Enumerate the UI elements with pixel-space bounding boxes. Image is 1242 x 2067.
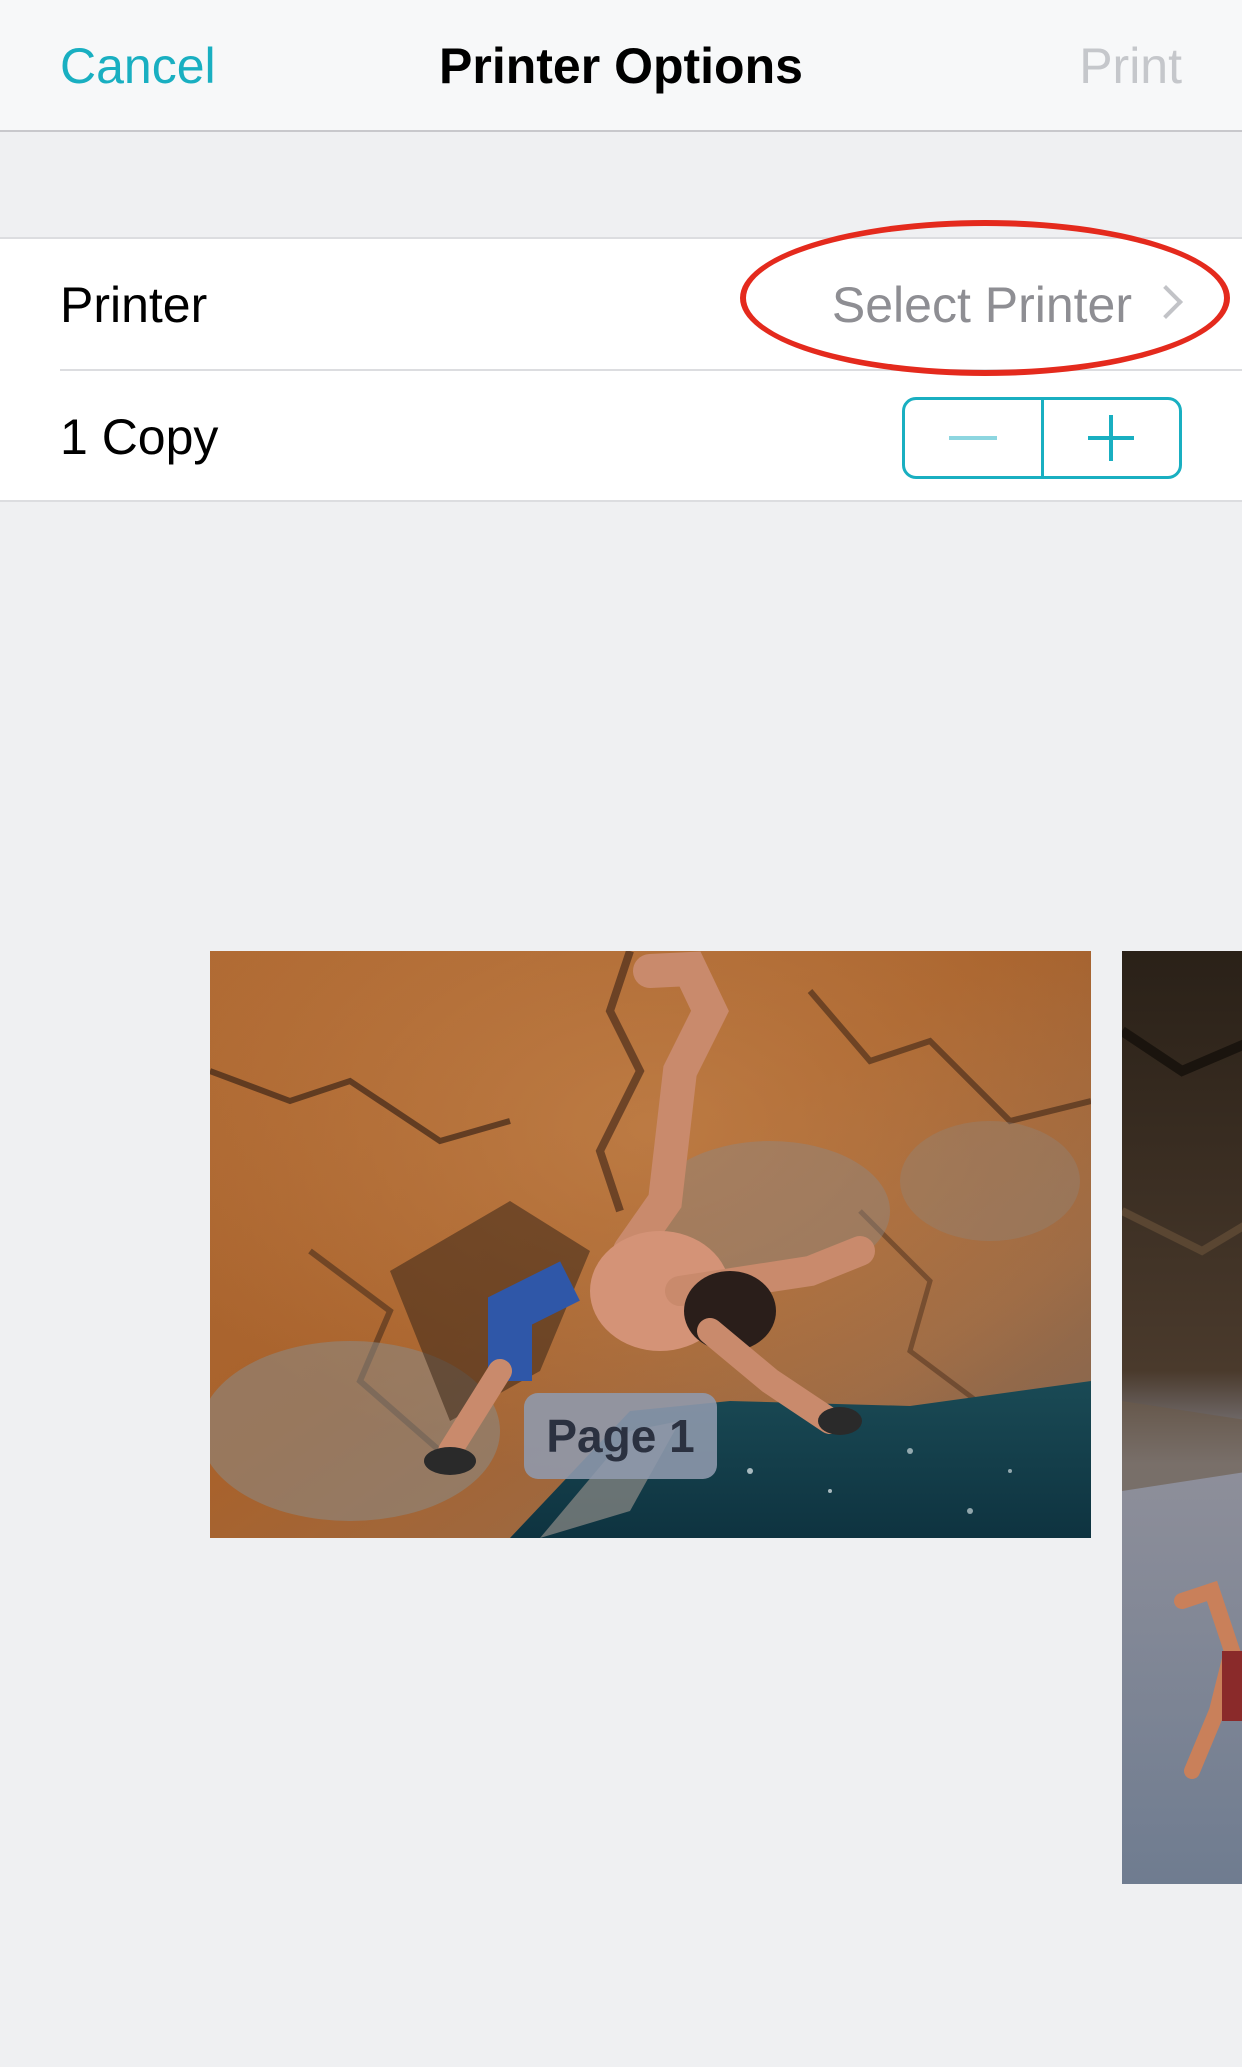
page-number-badge: Page 1	[524, 1393, 717, 1479]
copies-row: 1 Copy	[0, 371, 1242, 502]
printer-options-group: Printer Select Printer 1 Copy	[0, 237, 1242, 502]
select-printer-value[interactable]: Select Printer	[832, 275, 1132, 335]
print-button[interactable]: Print	[1079, 36, 1182, 96]
page-title: Printer Options	[439, 38, 803, 94]
printer-row[interactable]: Printer Select Printer	[0, 239, 1242, 371]
chevron-right-icon	[1149, 285, 1183, 319]
copies-label: 1 Copy	[60, 409, 219, 465]
minus-icon	[948, 436, 997, 440]
copies-stepper[interactable]	[902, 397, 1182, 479]
increment-button[interactable]	[1044, 400, 1180, 476]
plus-icon-vertical	[1109, 415, 1114, 461]
nav-bar: Cancel Printer Options Print	[0, 0, 1242, 132]
sea-cave-photo	[1122, 951, 1242, 1884]
page-preview-2[interactable]	[1122, 951, 1242, 1884]
decrement-button[interactable]	[905, 400, 1041, 476]
printer-label: Printer	[60, 277, 208, 333]
